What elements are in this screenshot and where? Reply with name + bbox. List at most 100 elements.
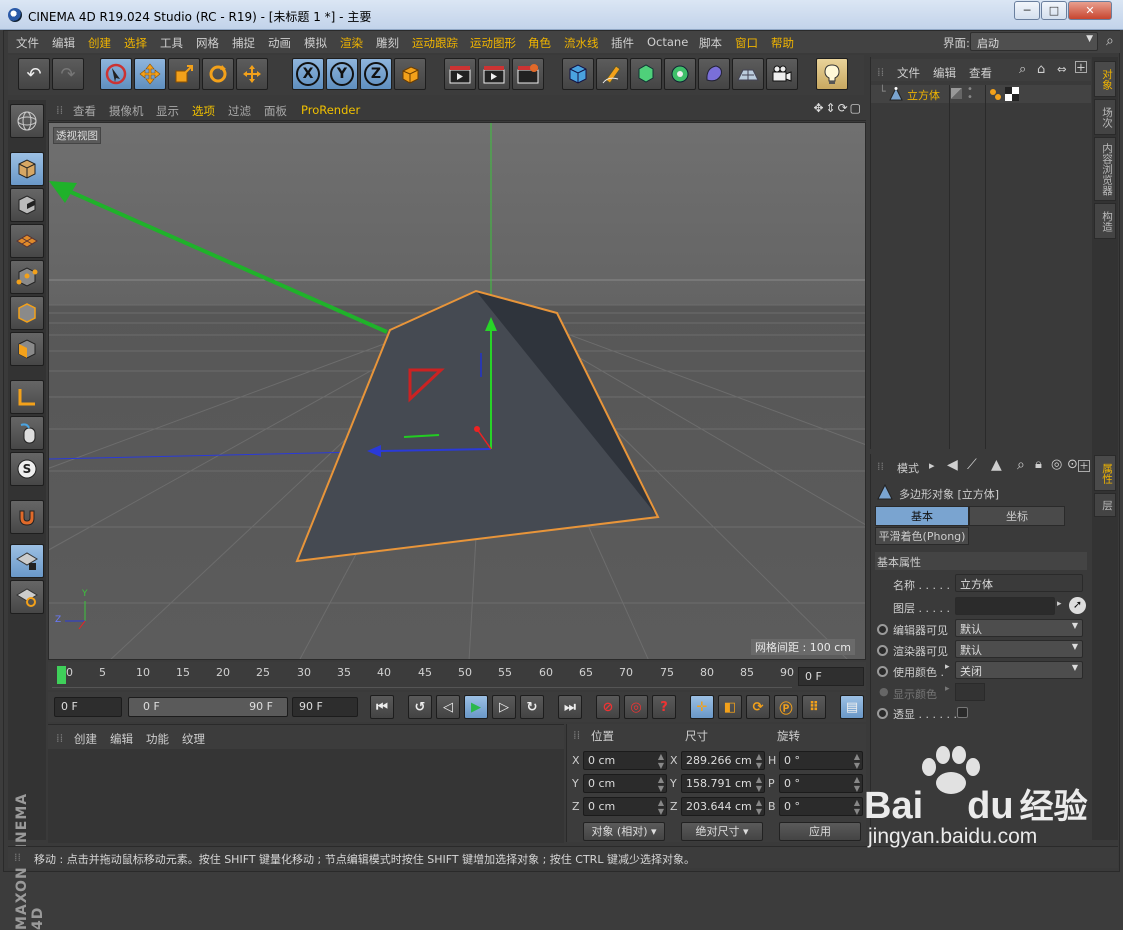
transform-tool-button[interactable] <box>236 58 268 90</box>
menu-animate[interactable]: 动画 <box>268 35 291 51</box>
menu-simulate[interactable]: 模拟 <box>304 35 327 51</box>
tab-content-browser[interactable]: 内容浏览器 <box>1094 137 1116 201</box>
render-picture-viewer-button[interactable] <box>478 58 510 90</box>
scale-tool-button[interactable] <box>168 58 200 90</box>
locked-workplane-button[interactable] <box>10 544 44 578</box>
layer-field[interactable] <box>955 597 1055 615</box>
menu-octane[interactable]: Octane <box>647 35 688 49</box>
phong-tag-icon[interactable] <box>989 87 1003 101</box>
z-axis-lock-button[interactable]: Z <box>360 58 392 90</box>
tweak-mode-button[interactable] <box>10 416 44 450</box>
objmgr-menu-file[interactable]: 文件 <box>897 65 920 81</box>
menu-help[interactable]: 帮助 <box>771 35 794 51</box>
pos-x-field[interactable]: 0 cm ▲ ▼ <box>583 751 667 770</box>
render-view-button[interactable] <box>444 58 476 90</box>
minimize-button[interactable]: ─ <box>1014 1 1040 20</box>
key-scale-button[interactable]: ◧ <box>718 695 742 719</box>
menu-plugins[interactable]: 插件 <box>611 35 634 51</box>
previous-frame-button[interactable]: ◁ <box>436 695 460 719</box>
tab-layers[interactable]: 层 <box>1094 493 1116 517</box>
viewport-menu-display[interactable]: 显示 <box>156 103 179 119</box>
menu-script[interactable]: 脚本 <box>699 35 722 51</box>
polygon-mode-button[interactable] <box>10 332 44 366</box>
rotate-tool-button[interactable] <box>202 58 234 90</box>
previous-key-button[interactable]: ↺ <box>408 695 432 719</box>
pos-z-field[interactable]: 0 cm ▲ ▼ <box>583 797 667 816</box>
maximize-button[interactable]: □ <box>1041 1 1067 20</box>
menu-character[interactable]: 角色 <box>528 35 551 51</box>
tab-structure[interactable]: 构造 <box>1094 203 1116 239</box>
layer-swatch-icon[interactable] <box>951 88 962 99</box>
perspective-viewport[interactable]: Y Z 透视视图 网格间距 : 100 cm <box>48 122 866 660</box>
solo-mode-button[interactable]: S <box>10 452 44 486</box>
preview-range-slider[interactable]: 0 F 90 F <box>128 697 288 717</box>
attr-mode-menu[interactable]: 模式 <box>897 460 919 476</box>
layer-icon[interactable]: ⇔ <box>1057 62 1067 76</box>
menu-window[interactable]: 窗口 <box>735 35 758 51</box>
editor-visible-select[interactable]: 默认 ▼ <box>955 619 1083 637</box>
spinner-icon[interactable]: ▲ ▼ <box>854 798 860 816</box>
texture-mode-button[interactable] <box>10 188 44 222</box>
playhead-marker[interactable] <box>57 666 66 684</box>
viewport-nav-icons[interactable]: ✥⇕⟳▢ <box>813 101 863 115</box>
tab-coord[interactable]: 坐标 <box>969 506 1065 526</box>
spinner-icon[interactable]: ▲ ▼ <box>854 775 860 793</box>
panel-grip-icon[interactable]: ⁞⁞ <box>56 731 63 745</box>
size-x-field[interactable]: 289.266 cm ▲ ▼ <box>681 751 765 770</box>
menu-snap[interactable]: 捕捉 <box>232 35 255 51</box>
tab-phong[interactable]: 平滑着色(Phong) <box>875 527 969 545</box>
new-window-icon[interactable]: + <box>1078 460 1090 472</box>
xray-animate-icon[interactable] <box>877 708 888 719</box>
search-icon[interactable]: ⌕ <box>1019 62 1026 77</box>
objmgr-menu-view[interactable]: 查看 <box>969 65 992 81</box>
coord-mode-select[interactable]: 对象 (相对) ▾ <box>583 822 665 841</box>
tab-attributes[interactable]: 属性 <box>1094 455 1116 491</box>
axis-mode-button[interactable] <box>10 380 44 414</box>
close-button[interactable]: ✕ <box>1068 1 1112 20</box>
material-menu-function[interactable]: 功能 <box>146 731 169 747</box>
make-editable-button[interactable] <box>10 104 44 138</box>
viewport-menu-prorender[interactable]: ProRender <box>301 103 360 117</box>
redo-button[interactable]: ↷ <box>52 58 84 90</box>
menu-pipeline[interactable]: 流水线 <box>564 35 599 51</box>
render-settings-button[interactable] <box>512 58 544 90</box>
menu-sculpt[interactable]: 雕刻 <box>376 35 399 51</box>
menu-mograph[interactable]: 运动图形 <box>470 35 516 51</box>
menu-select[interactable]: 选择 <box>124 35 147 51</box>
size-z-field[interactable]: 203.644 cm ▲ ▼ <box>681 797 765 816</box>
xray-checkbox[interactable] <box>957 707 968 718</box>
spinner-icon[interactable]: ▲ ▼ <box>756 775 762 793</box>
menu-render[interactable]: 渲染 <box>340 35 363 51</box>
spinner-icon[interactable]: ▲ ▼ <box>756 798 762 816</box>
min-frame-field[interactable]: 0 F <box>54 697 122 717</box>
spinner-icon[interactable]: ▲ ▼ <box>658 752 664 770</box>
home-icon[interactable]: ⌂ <box>1037 62 1045 77</box>
coordinate-system-button[interactable] <box>394 58 426 90</box>
planar-workplane-button[interactable] <box>10 580 44 614</box>
viewport-menu-camera[interactable]: 摄像机 <box>109 103 144 119</box>
record-keys-button[interactable]: ⊘ <box>596 695 620 719</box>
pen-spline-button[interactable] <box>596 58 628 90</box>
panel-grip-icon[interactable]: ⁞⁞ <box>573 728 580 742</box>
editor-visible-animate-icon[interactable] <box>877 624 888 635</box>
object-row-cube[interactable]: └ 立方体 • • <box>871 85 1091 103</box>
viewport-menu-filter[interactable]: 过滤 <box>228 103 251 119</box>
expand-arrow-icon[interactable]: ▸ <box>945 662 950 672</box>
y-axis-lock-button[interactable]: Y <box>326 58 358 90</box>
layer-arrow-icon[interactable]: ▸ <box>1057 599 1062 609</box>
subdivision-surface-button[interactable] <box>630 58 662 90</box>
render-visible-select[interactable]: 默认 ▼ <box>955 640 1083 658</box>
x-axis-lock-button[interactable]: X <box>292 58 324 90</box>
go-to-start-button[interactable]: ⏮ <box>370 695 394 719</box>
max-frame-field[interactable]: 90 F <box>292 697 358 717</box>
key-parameter-button[interactable]: Ⓟ <box>774 695 798 719</box>
workplane-mode-button[interactable] <box>10 224 44 258</box>
timeline-ruler[interactable]: 0 5 10 15 20 25 30 35 40 45 50 55 60 65 … <box>48 662 866 690</box>
rot-b-field[interactable]: 0 ° ▲ ▼ <box>779 797 863 816</box>
material-list-area[interactable] <box>48 749 564 843</box>
spinner-icon[interactable]: ▲ ▼ <box>854 752 860 770</box>
live-selection-tool-button[interactable] <box>100 58 132 90</box>
panel-grip-icon[interactable]: ⁞⁞ <box>56 103 63 117</box>
menu-mesh[interactable]: 网格 <box>196 35 219 51</box>
size-y-field[interactable]: 158.791 cm ▲ ▼ <box>681 774 765 793</box>
